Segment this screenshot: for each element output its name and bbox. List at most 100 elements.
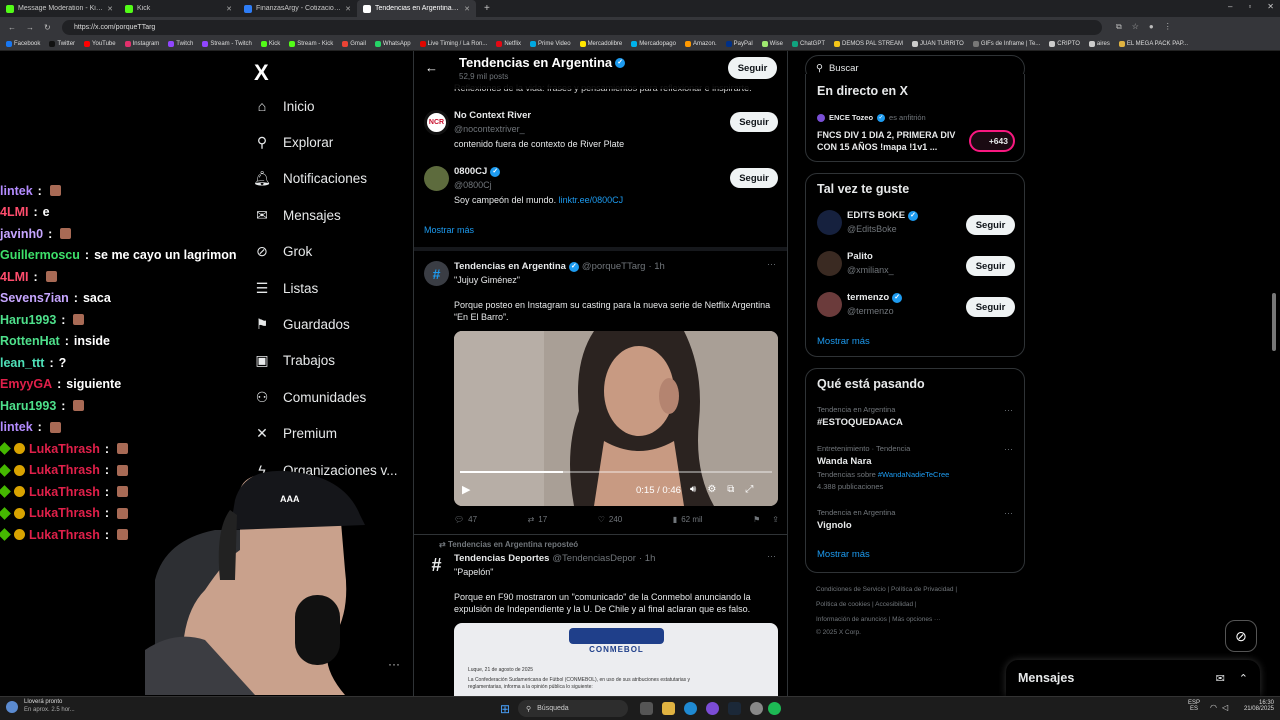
weather-title[interactable]: Lloverá pronto <box>24 699 62 705</box>
bookmark-item[interactable]: ChatGPT <box>792 40 825 47</box>
account-name[interactable]: Palito <box>847 251 873 262</box>
video-progress-track[interactable] <box>460 471 772 473</box>
avatar[interactable] <box>817 292 842 317</box>
scrollbar[interactable] <box>1272 293 1276 351</box>
bookmark-item[interactable]: Twitch <box>168 40 193 47</box>
new-tab-button[interactable]: + <box>476 3 490 14</box>
chat-username[interactable]: LukaThrash <box>29 506 100 520</box>
trend-more-icon[interactable]: ··· <box>1004 508 1013 518</box>
app-icon[interactable] <box>706 702 719 715</box>
chat-username[interactable]: EmyyGA <box>0 377 52 391</box>
bookmark-item[interactable]: Kick <box>260 40 280 47</box>
fullscreen-icon[interactable]: ⤢ <box>745 484 753 495</box>
bookmark-item[interactable]: Facebook <box>6 40 40 47</box>
bookmark-item[interactable]: Prime Video <box>529 40 571 47</box>
bookmark-item[interactable]: WhatsApp <box>374 40 411 47</box>
author-handle[interactable]: @porqueTTarg <box>582 261 646 272</box>
bookmark-item[interactable]: Live Timing / La Ron... <box>419 40 487 47</box>
browser-tab[interactable]: Kick ✕ <box>119 0 238 17</box>
x-logo[interactable]: X <box>254 60 269 86</box>
trend-more-icon[interactable]: ··· <box>1004 444 1013 454</box>
like-button[interactable]: ♡ 240 <box>598 515 623 524</box>
back-arrow-icon[interactable]: ← <box>8 23 16 32</box>
trend-extra-link[interactable]: #WandaNadieTeCree <box>878 470 949 479</box>
follow-button[interactable]: Seguir <box>730 168 778 188</box>
bookmark-item[interactable]: DEMOS PAL STREAM <box>834 40 903 47</box>
avatar[interactable] <box>817 251 842 276</box>
chat-username[interactable]: 4LMI <box>0 270 28 284</box>
tab-close-icon[interactable]: ✕ <box>345 5 351 13</box>
author-name[interactable]: Tendencias en Argentina <box>454 261 566 272</box>
bookmark-item[interactable]: Instagram <box>124 40 159 47</box>
views-button[interactable]: ▮ 62 mil <box>673 515 703 524</box>
chat-username[interactable]: Haru1993 <box>0 399 56 413</box>
start-icon[interactable]: ⊞ <box>500 702 510 716</box>
bookmark-item[interactable]: Mercadolibre <box>579 40 622 47</box>
chat-username[interactable]: LukaThrash <box>29 442 100 456</box>
chat-username[interactable]: LukaThrash <box>29 528 100 542</box>
share-icon[interactable]: ⇪ <box>772 515 779 524</box>
post-more-icon[interactable]: ··· <box>767 259 776 269</box>
post-image[interactable]: CONMEBOL Luque, 21 de agosto de 2025 La … <box>454 623 778 696</box>
grok-fab-icon[interactable]: ⊘ <box>1225 620 1257 652</box>
tab-close-icon[interactable]: ✕ <box>107 5 113 13</box>
language-indicator[interactable]: ESP ES <box>1188 700 1200 712</box>
tray-icons[interactable]: ◠ ◁ <box>1210 703 1228 712</box>
follow-button[interactable]: Seguir <box>730 112 778 132</box>
edge-icon[interactable] <box>684 702 697 715</box>
account-name[interactable]: termenzo ✓ <box>847 292 903 303</box>
bookmark-item[interactable]: Mercadopago <box>631 40 676 47</box>
star-icon[interactable]: ☆ <box>1132 22 1139 32</box>
bookmark-icon[interactable]: ⚑ <box>753 515 760 524</box>
tab-close-icon[interactable]: ✕ <box>464 5 470 13</box>
follow-button[interactable]: Seguir <box>966 297 1015 317</box>
chat-username[interactable]: lintek <box>0 184 33 198</box>
post-time[interactable]: · 1h <box>639 553 655 564</box>
bio-link[interactable]: linktr.ee/0800CJ <box>559 195 624 205</box>
bookmark-item[interactable]: aires <box>1088 40 1110 47</box>
chat-username[interactable]: lintek <box>0 420 33 434</box>
host-name[interactable]: ENCE Tozeo <box>829 113 873 122</box>
bookmark-item[interactable]: EL MEGA PACK PAP... <box>1118 40 1188 47</box>
trend-more-icon[interactable]: ··· <box>1004 405 1013 415</box>
nav-item-explorar[interactable]: ⚲ Explorar <box>254 134 333 150</box>
live-listeners[interactable]: +643 <box>969 130 1015 152</box>
nav-item-inicio[interactable]: ⌂ Inicio <box>254 98 315 114</box>
footer-links[interactable]: Información de anuncios | Más opciones ·… <box>816 616 941 623</box>
bookmark-item[interactable]: JUAN TURRITO <box>912 40 964 47</box>
nav-item-grok[interactable]: ⊘ Grok <box>254 243 312 260</box>
nav-item-comunidades[interactable]: ⚇ Comunidades <box>254 389 367 405</box>
chrome-icon[interactable] <box>750 702 763 715</box>
settings-icon[interactable]: ⚙︎ <box>707 484 716 495</box>
bookmark-item[interactable]: Netflix <box>496 40 521 47</box>
bookmark-item[interactable]: PayPal <box>725 40 753 47</box>
forward-arrow-icon[interactable]: → <box>26 23 34 32</box>
avatar[interactable] <box>424 166 449 191</box>
bookmark-item[interactable]: Wise <box>761 40 783 47</box>
repost-label[interactable]: Tendencias en Argentina reposteó <box>448 540 578 549</box>
nav-item-notificaciones[interactable]: 🔔︎ Notificaciones <box>253 170 367 187</box>
show-more-link[interactable]: Mostrar más <box>817 336 870 347</box>
play-icon[interactable]: ▶ <box>462 483 470 496</box>
menu-icon[interactable]: ⋮ <box>1164 22 1172 32</box>
chat-username[interactable]: javinh0 <box>0 227 43 241</box>
post-time[interactable]: · 1h <box>648 261 664 272</box>
bookmark-item[interactable]: YouTube <box>84 40 116 47</box>
chat-username[interactable]: Haru1993 <box>0 313 56 327</box>
nav-item-premium[interactable]: ✕ Premium <box>254 425 337 442</box>
author-handle[interactable]: @TendenciasDepor <box>552 553 636 564</box>
live-stream-title[interactable]: FNCS DIV 1 DIA 2, PRIMERA DIV CON 15 AÑO… <box>817 129 967 153</box>
account-name[interactable]: 0800CJ ✓ <box>454 166 501 177</box>
reload-icon[interactable]: ↻ <box>44 23 51 32</box>
chat-username[interactable]: RottenHat <box>0 334 60 348</box>
nav-item-listas[interactable]: ☰ Listas <box>254 280 319 296</box>
extension-icon[interactable]: ⧉ <box>1116 22 1122 32</box>
chat-username[interactable]: LukaThrash <box>29 463 100 477</box>
account-name[interactable]: No Context River <box>454 110 531 121</box>
taskbar-search[interactable]: ⚲ Búsqueda <box>518 700 628 717</box>
back-arrow-icon[interactable]: ← <box>425 60 438 75</box>
volume-icon[interactable]: 🔊︎ <box>690 484 696 495</box>
chat-username[interactable]: Guillermoscu <box>0 248 80 262</box>
file-explorer-icon[interactable] <box>662 702 675 715</box>
nav-item-trabajos[interactable]: ▣ Trabajos <box>254 352 335 369</box>
